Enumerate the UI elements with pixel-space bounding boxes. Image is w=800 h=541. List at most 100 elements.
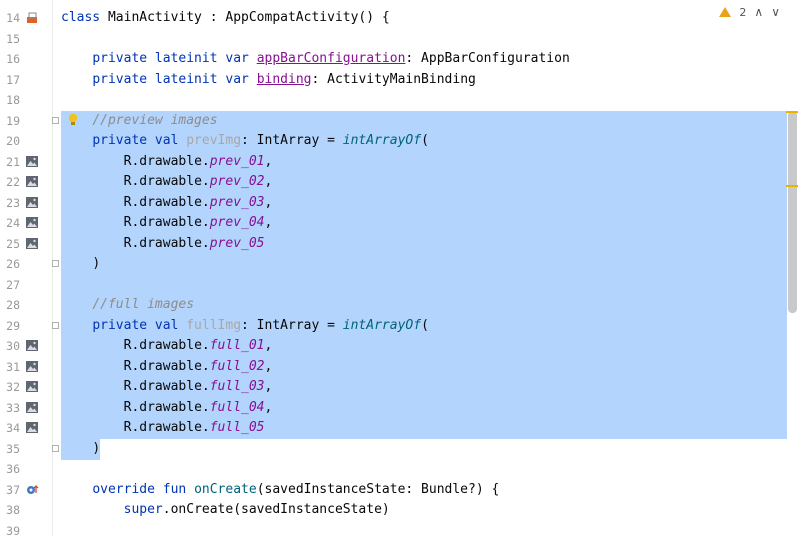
code-line[interactable]: 39 [0, 521, 800, 541]
code-token: , [265, 400, 273, 415]
code-text[interactable]: private val prevImg: IntArray = intArray… [61, 131, 429, 152]
code-token: appBarConfiguration [257, 51, 406, 66]
code-text[interactable]: override fun onCreate(savedInstanceState… [61, 480, 499, 501]
code-token: R.drawable. [124, 420, 210, 435]
line-number: 32 [0, 377, 20, 398]
code-line[interactable]: 33 R.drawable.full_04, [0, 398, 800, 419]
image-resource-icon[interactable] [26, 340, 38, 351]
code-text[interactable]: R.drawable.full_03, [61, 377, 272, 398]
code-token: private val [92, 318, 186, 333]
code-text[interactable]: R.drawable.prev_05 [61, 234, 265, 255]
code-token: : IntArray = [241, 133, 343, 148]
code-text[interactable]: R.drawable.prev_02, [61, 172, 272, 193]
code-line[interactable]: 24 R.drawable.prev_04, [0, 213, 800, 234]
image-resource-icon[interactable] [26, 361, 38, 372]
fold-marker-icon[interactable] [52, 117, 59, 124]
code-line[interactable]: 31 R.drawable.full_02, [0, 357, 800, 378]
code-token: .onCreate(savedInstanceState) [163, 502, 390, 517]
line-number: 29 [0, 316, 20, 337]
code-text[interactable]: R.drawable.prev_01, [61, 152, 272, 173]
image-resource-icon[interactable] [26, 176, 38, 187]
code-line[interactable]: 36 [0, 459, 800, 480]
line-number: 30 [0, 336, 20, 357]
code-line[interactable]: 21 R.drawable.prev_01, [0, 152, 800, 173]
code-token: prevImg [186, 133, 241, 148]
override-method-icon[interactable] [26, 484, 38, 495]
code-token: : ActivityMainBinding [311, 72, 475, 87]
code-token: //preview images [92, 113, 217, 128]
code-line[interactable]: 20 private val prevImg: IntArray = intAr… [0, 131, 800, 152]
code-token: super [124, 502, 163, 517]
line-number: 38 [0, 500, 20, 521]
code-line[interactable]: 35 ) [0, 439, 800, 460]
code-token: full_02 [210, 359, 265, 374]
code-token: , [265, 359, 273, 374]
image-resource-icon[interactable] [26, 197, 38, 208]
line-number: 17 [0, 70, 20, 91]
code-token: full_01 [210, 338, 265, 353]
line-number: 36 [0, 459, 20, 480]
code-token: class [61, 10, 100, 25]
code-text[interactable]: private lateinit var binding: ActivityMa… [61, 70, 476, 91]
code-line[interactable]: 25 R.drawable.prev_05 [0, 234, 800, 255]
run-activity-icon[interactable] [26, 12, 38, 23]
fold-marker-icon[interactable] [52, 322, 59, 329]
code-text[interactable]: R.drawable.full_01, [61, 336, 272, 357]
code-token: : AppBarConfiguration [405, 51, 569, 66]
code-token: R.drawable. [124, 379, 210, 394]
code-line[interactable]: 18 [0, 90, 800, 111]
code-text[interactable]: private val fullImg: IntArray = intArray… [61, 316, 429, 337]
fold-marker-icon[interactable] [52, 445, 59, 452]
code-text[interactable]: R.drawable.prev_04, [61, 213, 272, 234]
image-resource-icon[interactable] [26, 217, 38, 228]
code-token: ( [421, 133, 429, 148]
image-resource-icon[interactable] [26, 381, 38, 392]
image-resource-icon[interactable] [26, 422, 38, 433]
code-line[interactable]: 22 R.drawable.prev_02, [0, 172, 800, 193]
code-text[interactable]: R.drawable.full_02, [61, 357, 272, 378]
code-text[interactable]: ) [61, 254, 100, 275]
code-line[interactable]: 30 R.drawable.full_01, [0, 336, 800, 357]
code-token: R.drawable. [124, 215, 210, 230]
code-text[interactable]: ) [61, 439, 100, 460]
fold-marker-icon[interactable] [52, 260, 59, 267]
code-text[interactable]: super.onCreate(savedInstanceState) [61, 500, 390, 521]
code-line[interactable]: 23 R.drawable.prev_03, [0, 193, 800, 214]
code-line[interactable]: 28 //full images [0, 295, 800, 316]
image-resource-icon[interactable] [26, 402, 38, 413]
code-text[interactable]: R.drawable.prev_03, [61, 193, 272, 214]
code-line[interactable]: 19 //preview images [0, 111, 800, 132]
line-number: 24 [0, 213, 20, 234]
line-number: 26 [0, 254, 20, 275]
image-resource-icon[interactable] [26, 238, 38, 249]
code-text[interactable]: //full images [61, 295, 194, 316]
code-line[interactable]: 34 R.drawable.full_05 [0, 418, 800, 439]
code-line[interactable]: 26 ) [0, 254, 800, 275]
code-line[interactable]: 32 R.drawable.full_03, [0, 377, 800, 398]
code-line[interactable]: 38 super.onCreate(savedInstanceState) [0, 500, 800, 521]
code-line[interactable]: 15 [0, 29, 800, 50]
code-line[interactable]: 16 private lateinit var appBarConfigurat… [0, 49, 800, 70]
line-number: 33 [0, 398, 20, 419]
code-line[interactable]: 17 private lateinit var binding: Activit… [0, 70, 800, 91]
code-line[interactable]: 14 class MainActivity : AppCompatActivity… [0, 8, 800, 29]
code-line[interactable]: 29 private val fullImg: IntArray = intAr… [0, 316, 800, 337]
code-text[interactable]: R.drawable.full_04, [61, 398, 272, 419]
line-number: 25 [0, 234, 20, 255]
line-number: 37 [0, 480, 20, 501]
code-token: private lateinit var [92, 51, 256, 66]
code-text[interactable]: R.drawable.full_05 [61, 418, 265, 439]
line-number: 14 [0, 8, 20, 29]
code-token: R.drawable. [124, 359, 210, 374]
code-line[interactable]: 27 [0, 275, 800, 296]
code-text[interactable]: class MainActivity : AppCompatActivity()… [61, 8, 390, 29]
code-line[interactable]: 37 override fun onCreate(savedInstanceSt… [0, 480, 800, 501]
image-resource-icon[interactable] [26, 156, 38, 167]
code-token: prev_01 [210, 154, 265, 169]
line-number: 20 [0, 131, 20, 152]
code-text[interactable]: //preview images [61, 111, 218, 132]
code-token: R.drawable. [124, 154, 210, 169]
code-token: (savedInstanceState: Bundle?) { [257, 482, 500, 497]
code-token: ) [92, 256, 100, 271]
code-text[interactable]: private lateinit var appBarConfiguration… [61, 49, 570, 70]
